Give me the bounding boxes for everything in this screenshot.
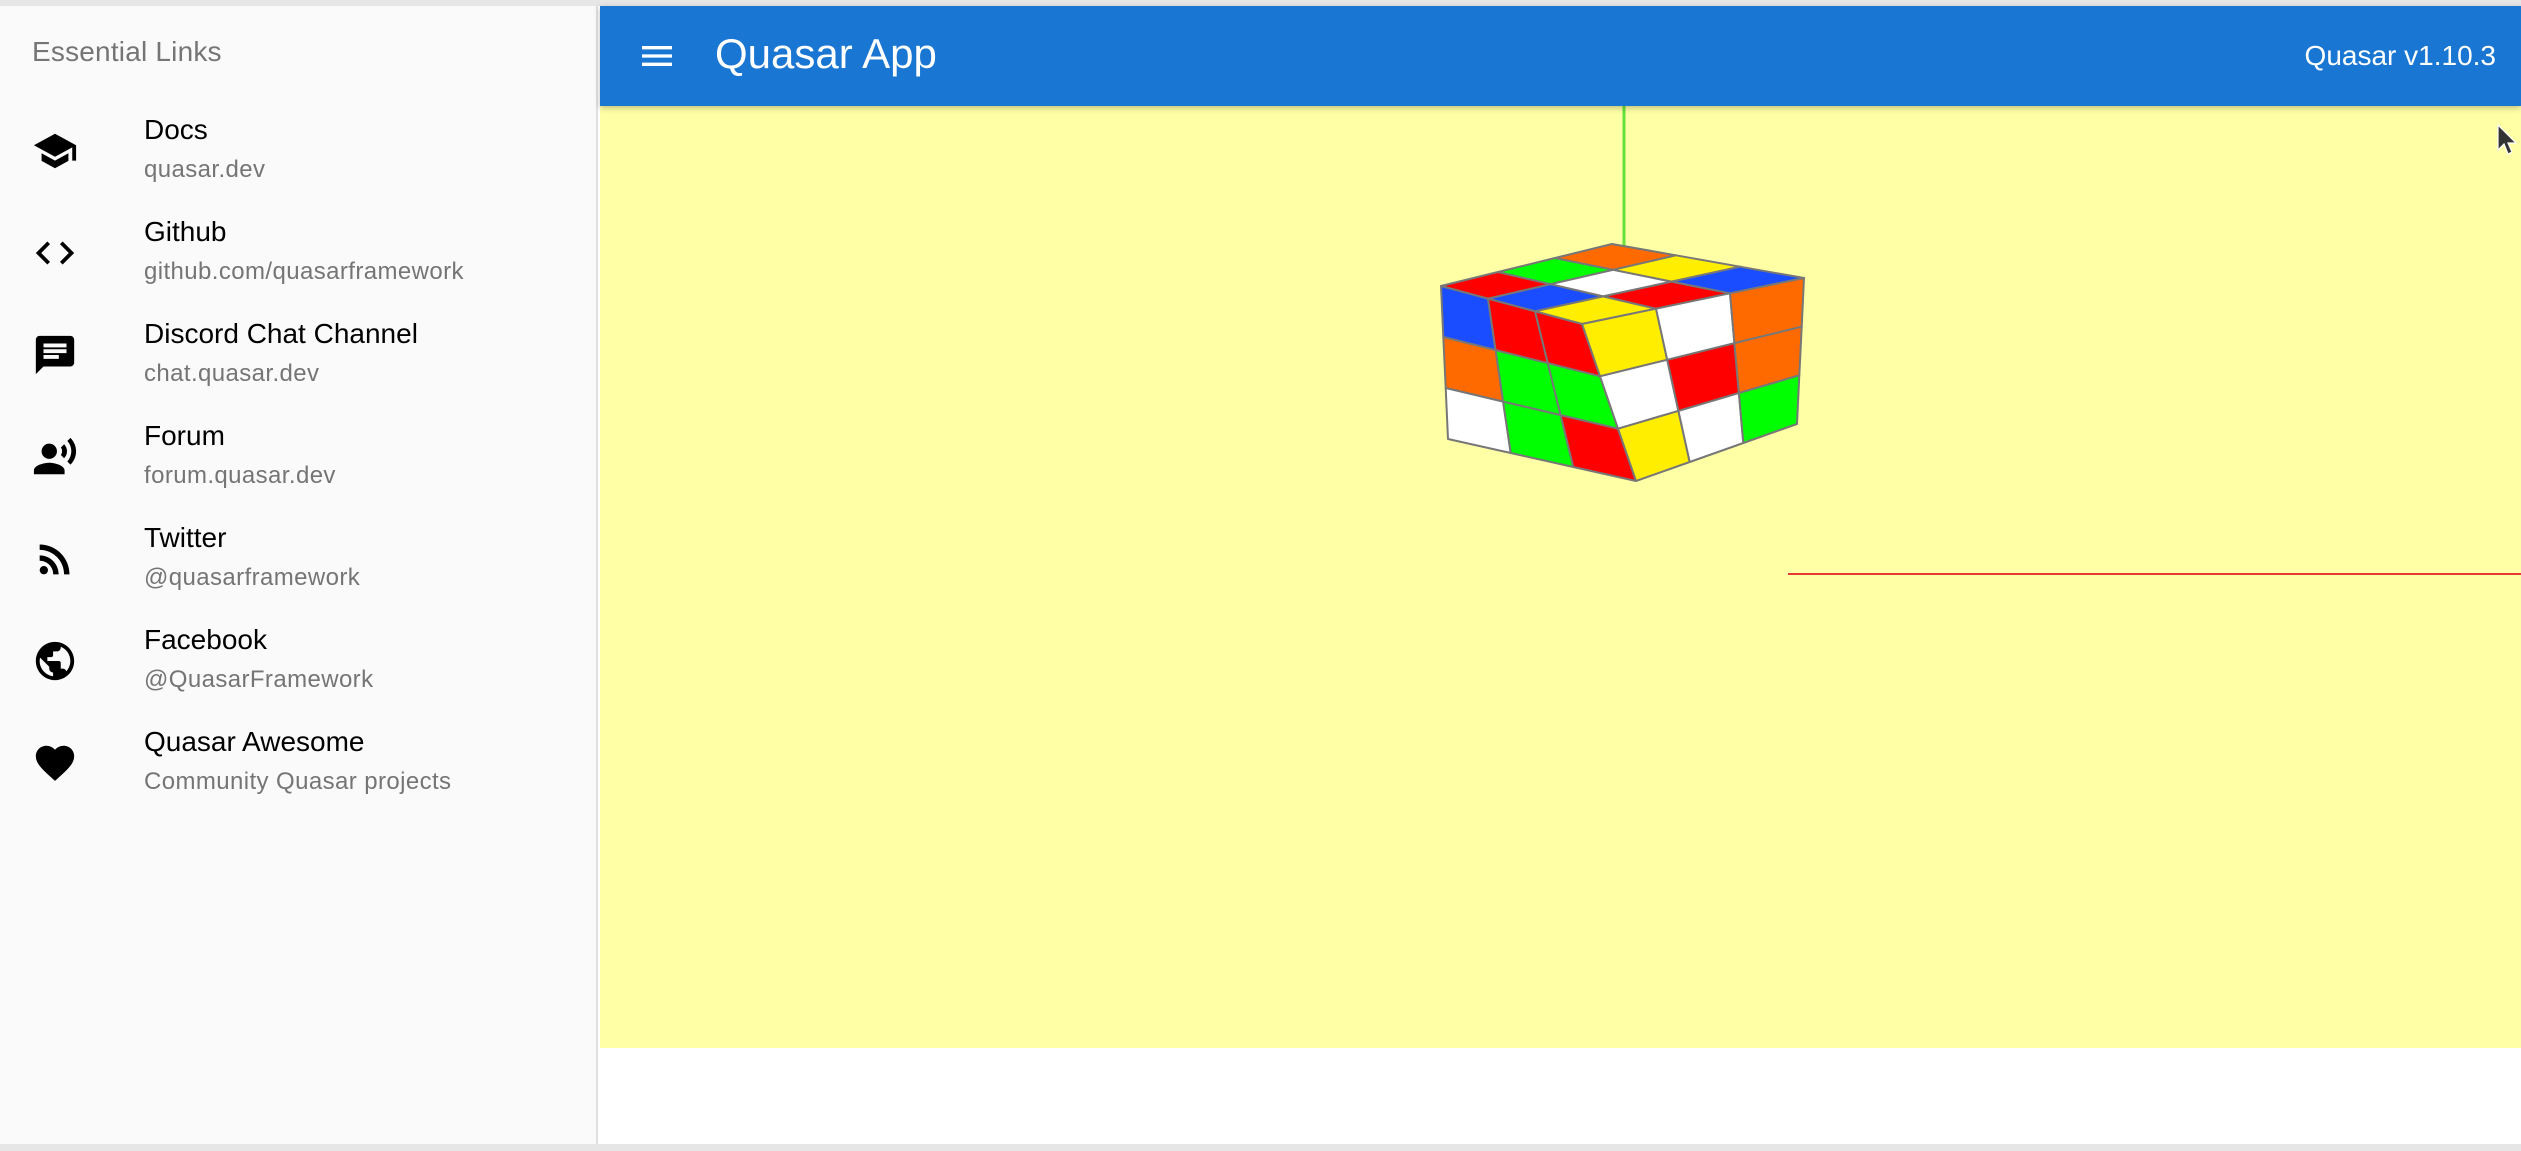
menu-icon <box>642 46 672 66</box>
rubiks-cube <box>1440 243 1805 482</box>
link-title: Twitter <box>144 522 227 553</box>
favorite-icon <box>30 738 80 788</box>
link-forum[interactable]: Forum forum.quasar.dev <box>0 406 596 508</box>
header-toolbar: Quasar App Quasar v1.10.3 <box>600 6 2521 106</box>
link-title: Quasar Awesome <box>144 726 365 757</box>
link-facebook[interactable]: Facebook @QuasarFramework <box>0 610 596 712</box>
record-voice-icon <box>30 432 80 482</box>
code-icon <box>30 228 80 278</box>
school-icon <box>30 126 80 176</box>
link-caption: @quasarframework <box>144 564 361 591</box>
link-docs[interactable]: Docs quasar.dev <box>0 100 596 202</box>
rss-feed-icon <box>30 534 80 584</box>
link-title: Forum <box>144 420 225 451</box>
menu-button[interactable] <box>632 31 682 81</box>
link-caption: Community Quasar projects <box>144 768 452 795</box>
chat-icon <box>30 330 80 380</box>
link-caption: forum.quasar.dev <box>144 462 336 489</box>
link-title: Facebook <box>144 624 267 655</box>
link-caption: quasar.dev <box>144 156 266 183</box>
version-label: Quasar v1.10.3 <box>2304 40 2496 71</box>
link-caption: chat.quasar.dev <box>144 360 320 387</box>
rubiks-cube-scene <box>1440 106 2521 575</box>
link-caption: github.com/quasarframework <box>144 258 464 285</box>
drawer-header: Essential Links <box>32 36 222 67</box>
link-discord[interactable]: Discord Chat Channel chat.quasar.dev <box>0 304 596 406</box>
public-icon <box>30 636 80 686</box>
threejs-canvas[interactable] <box>600 106 2521 1048</box>
link-github[interactable]: Github github.com/quasarframework <box>0 202 596 304</box>
app-window: Essential Links Docs quasar.dev Github g… <box>0 0 2521 1151</box>
link-title: Github <box>144 216 227 247</box>
mouse-cursor-icon <box>2497 124 2517 155</box>
link-quasar-awesome[interactable]: Quasar Awesome Community Quasar projects <box>0 712 596 814</box>
link-twitter[interactable]: Twitter @quasarframework <box>0 508 596 610</box>
link-title: Docs <box>144 114 208 145</box>
link-title: Discord Chat Channel <box>144 318 418 349</box>
app-title: Quasar App <box>715 30 937 77</box>
window-bottom-edge <box>0 1144 2521 1151</box>
left-drawer: Essential Links Docs quasar.dev Github g… <box>0 6 598 1144</box>
link-caption: @QuasarFramework <box>144 666 374 693</box>
